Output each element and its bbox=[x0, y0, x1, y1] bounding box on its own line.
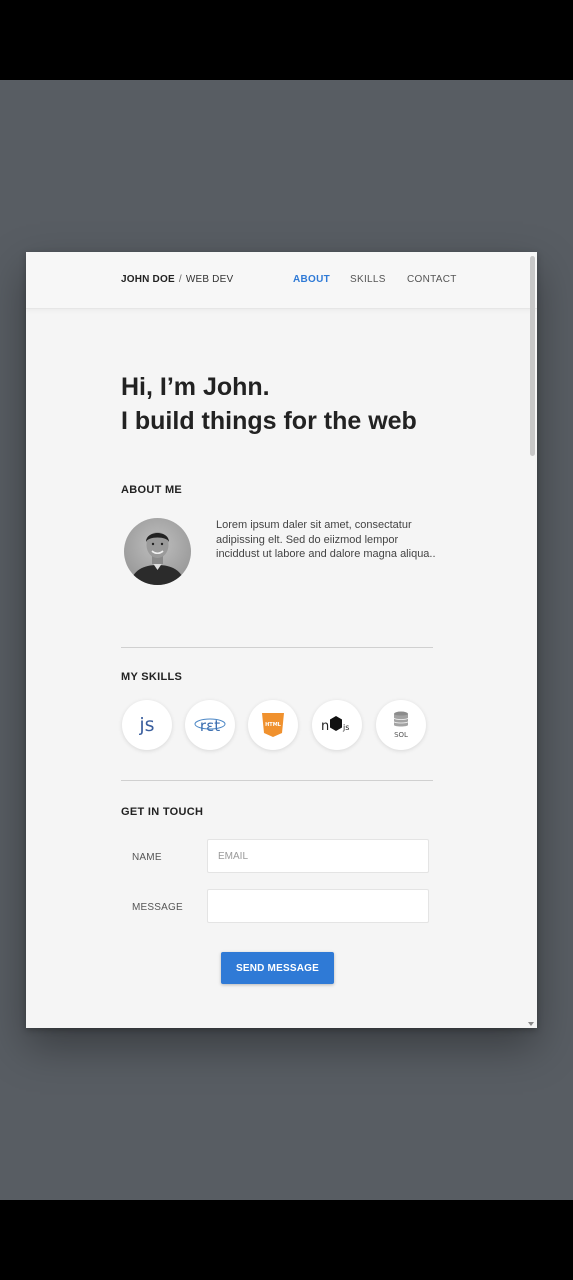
react-icon: rεt bbox=[194, 717, 226, 735]
navbar: JOHN DOE / WEB DEV ABOUT SKILLS CONTACT bbox=[26, 252, 537, 309]
skill-sql-text: SOL bbox=[394, 731, 408, 739]
email-field[interactable] bbox=[207, 839, 429, 873]
skill-html-text: HTML bbox=[265, 722, 282, 728]
skill-nodejs[interactable]: n js bbox=[312, 700, 362, 750]
browser-window: JOHN DOE / WEB DEV ABOUT SKILLS CONTACT Hi… bbox=[26, 252, 537, 1028]
hero-line-2: I build things for the web bbox=[121, 407, 417, 435]
hero-heading: Hi, I’m John. I build things for the web bbox=[121, 370, 417, 438]
message-label: MESSAGE bbox=[132, 902, 183, 913]
scroll-down-arrow[interactable] bbox=[528, 1022, 534, 1026]
send-message-button[interactable]: SEND MESSAGE bbox=[221, 952, 334, 984]
brand-role: WEB DEV bbox=[185, 274, 234, 285]
name-label: NAME bbox=[132, 852, 162, 863]
js-icon: js bbox=[138, 714, 154, 736]
hero-line-1: Hi, I’m John. bbox=[121, 373, 270, 401]
nav-link-contact[interactable]: CONTACT bbox=[407, 274, 457, 285]
nav-link-skills[interactable]: SKILLS bbox=[350, 274, 386, 285]
brand-separator: / bbox=[178, 274, 182, 285]
brand-name: JOHN DOE bbox=[121, 274, 175, 285]
skills-section-title: MY SKILLS bbox=[121, 671, 183, 683]
about-text: Lorem ipsum daler sit amet, consectatur … bbox=[216, 519, 436, 560]
nav-link-about[interactable]: ABOUT bbox=[293, 274, 330, 285]
scrollbar-thumb[interactable] bbox=[530, 256, 535, 456]
svg-text:n: n bbox=[321, 719, 329, 734]
avatar bbox=[124, 518, 191, 585]
divider bbox=[121, 647, 433, 648]
skill-node-text: js bbox=[342, 723, 349, 732]
brand[interactable]: JOHN DOE / WEB DEV bbox=[121, 274, 233, 285]
skill-js-text: js bbox=[138, 714, 154, 736]
contact-section-title: GET IN TOUCH bbox=[121, 806, 204, 818]
person-photo-icon bbox=[130, 532, 185, 585]
skill-html[interactable]: HTML bbox=[248, 700, 298, 750]
about-section-title: ABOUT ME bbox=[121, 484, 183, 496]
nodejs-icon: n js bbox=[321, 716, 349, 734]
message-field[interactable] bbox=[207, 889, 429, 923]
skill-react-text: rεt bbox=[200, 717, 220, 735]
html5-icon: HTML bbox=[262, 713, 284, 737]
skill-javascript[interactable]: js bbox=[122, 700, 172, 750]
divider bbox=[121, 780, 433, 781]
skill-react[interactable]: rεt bbox=[185, 700, 235, 750]
database-icon: SOL bbox=[393, 711, 409, 739]
skill-sql[interactable]: SOL bbox=[376, 700, 426, 750]
